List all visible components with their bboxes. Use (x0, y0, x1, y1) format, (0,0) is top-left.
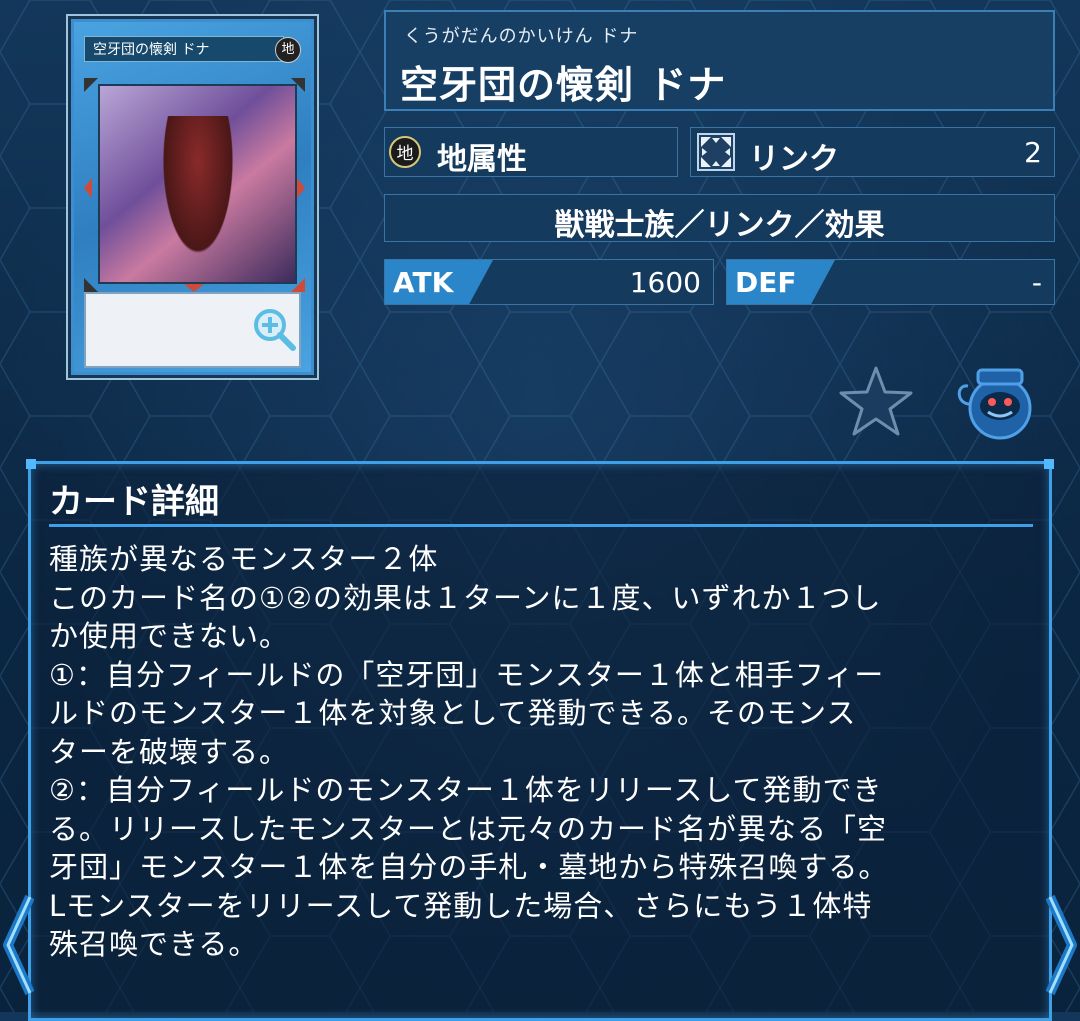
details-divider (49, 524, 1033, 527)
def-label: DEF (735, 266, 797, 299)
previous-card-chevron-icon[interactable] (0, 893, 34, 997)
atk-panel: ATK 1600 (384, 259, 714, 305)
atk-value: 1600 (629, 266, 701, 299)
attribute-label: 地属性 (437, 142, 527, 177)
attribute-panel: 地 地属性 (384, 127, 678, 177)
next-card-chevron-icon[interactable] (1046, 893, 1080, 997)
card-name-title: 空牙団の懐剣 ドナ (400, 63, 727, 107)
panel-corner (1044, 459, 1054, 469)
zoom-magnifier-icon[interactable] (251, 306, 297, 352)
card-frame-name: 空牙団の懐剣 ドナ (84, 36, 284, 62)
race-label: 獣戦士族／リンク／効果 (554, 208, 885, 243)
link-rating-value: 2 (1024, 136, 1042, 169)
card-name-panel: くうがだんのかいけん ドナ 空牙団の懐剣 ドナ (384, 10, 1055, 111)
def-value: - (1031, 266, 1042, 299)
atk-label: ATK (393, 266, 454, 299)
type-label: リンク (749, 142, 839, 177)
link-panel: リンク 2 (690, 127, 1055, 177)
card-details-panel[interactable]: カード詳細 種族が異なるモンスター２体 このカード名の①②の効果は１ターンに１度… (26, 459, 1054, 1021)
star-icon[interactable] (838, 364, 914, 438)
card-frame: 空牙団の懐剣 ドナ 地 (74, 22, 311, 372)
link-markers (84, 78, 305, 292)
earth-attribute-icon: 地 (389, 136, 421, 168)
race-panel: 獣戦士族／リンク／効果 (384, 194, 1055, 243)
card-frame-attribute: 地 (275, 37, 301, 63)
link-arrows-icon (697, 133, 735, 171)
panel-corner (26, 459, 36, 469)
card-effect-text: 種族が異なるモンスター２体 このカード名の①②の効果は１ターンに１度、いずれか１… (49, 542, 889, 961)
def-panel: DEF - (726, 259, 1055, 305)
pot-of-greed-icon[interactable] (952, 364, 1036, 440)
card-image[interactable]: 空牙団の懐剣 ドナ 地 (66, 14, 319, 380)
details-title: カード詳細 (49, 482, 219, 522)
card-name-ruby: くうがだんのかいけん ドナ (404, 26, 639, 47)
